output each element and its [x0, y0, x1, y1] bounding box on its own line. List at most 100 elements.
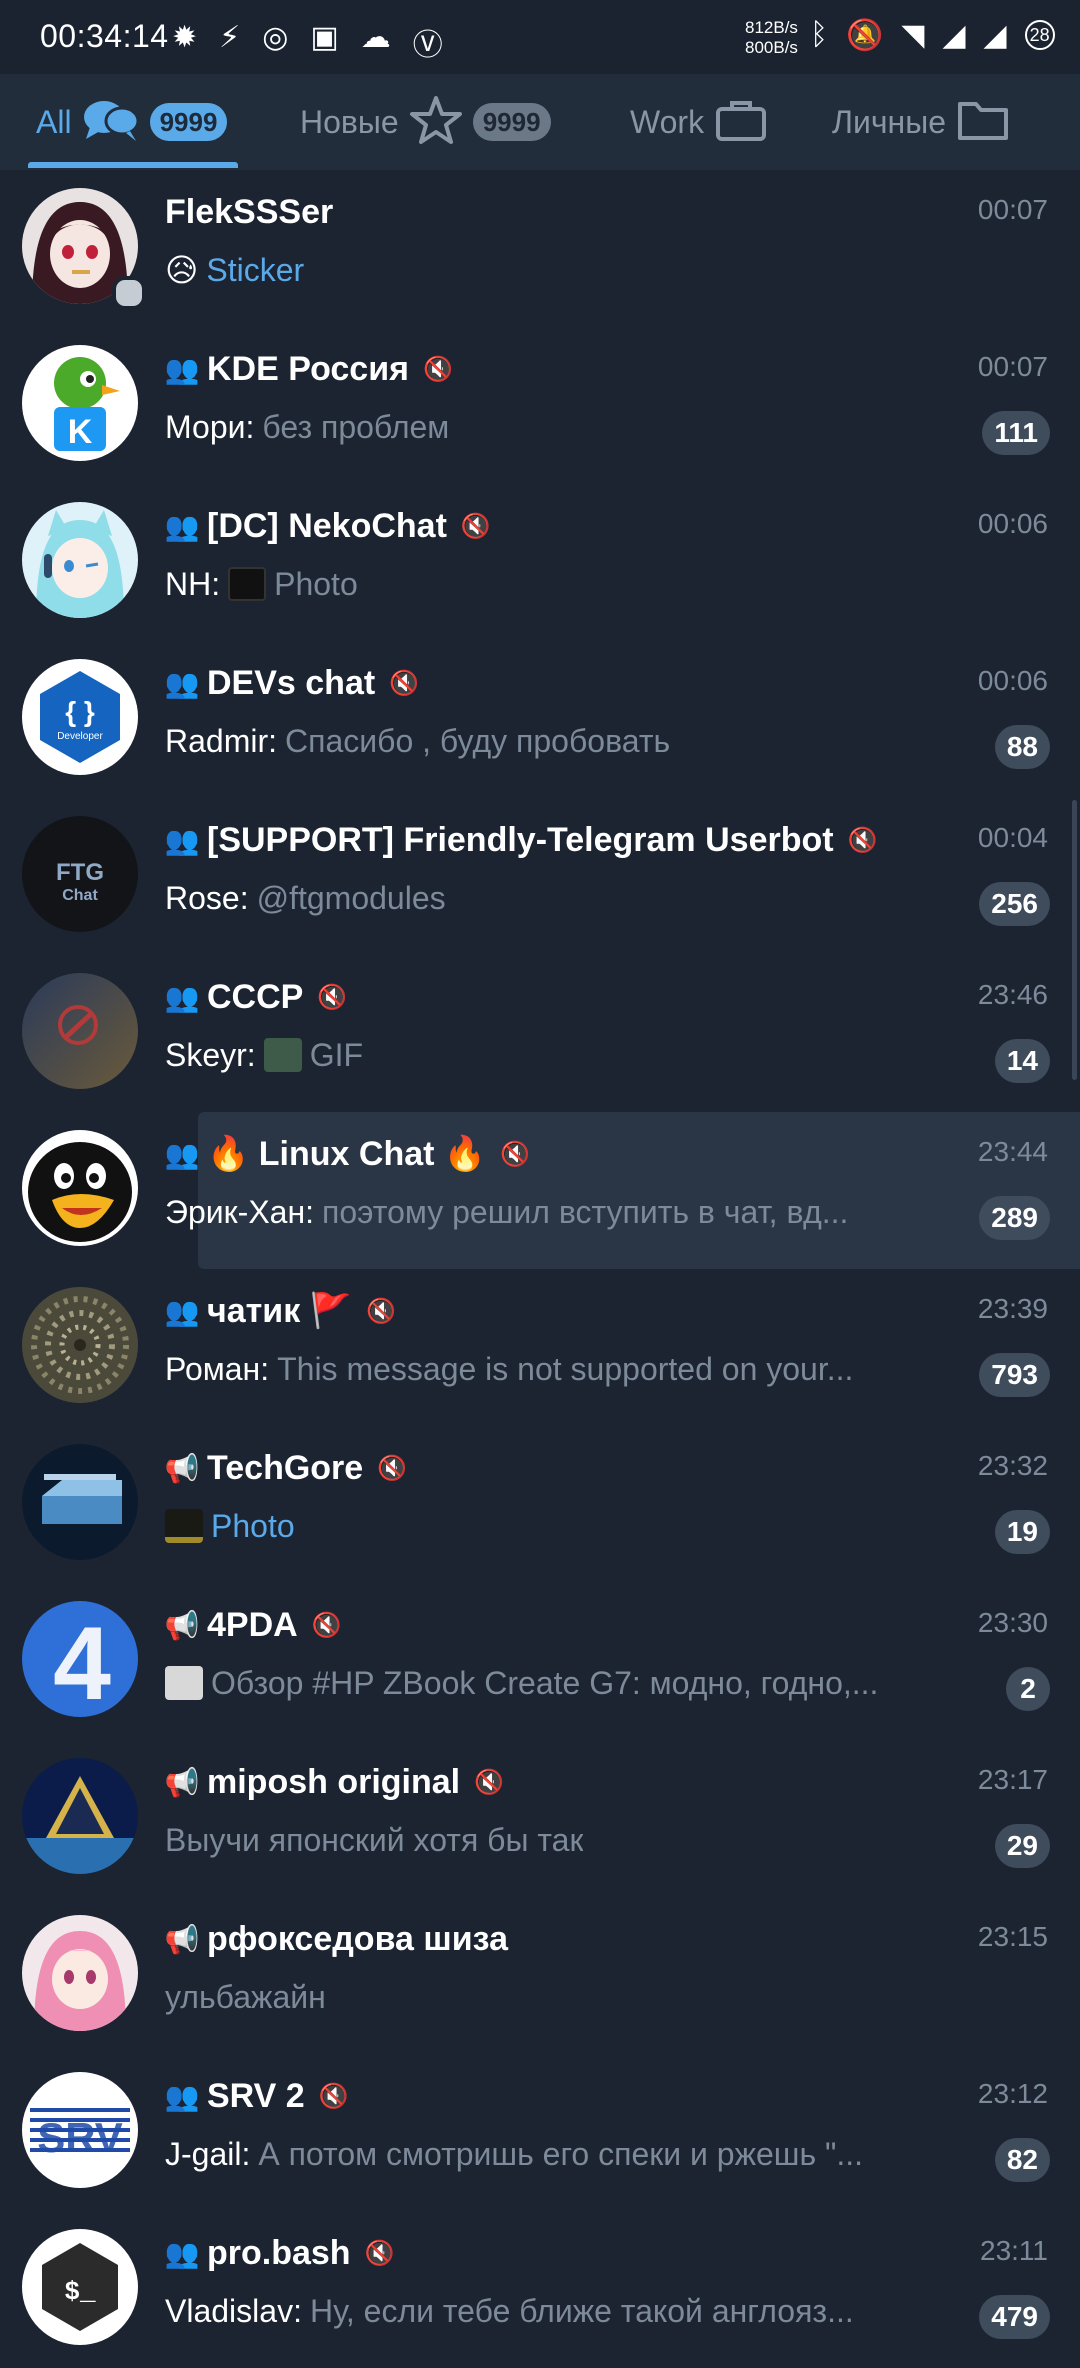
- avatar[interactable]: FTG Chat: [22, 816, 138, 932]
- avatar[interactable]: 4: [22, 1601, 138, 1717]
- preview-sender: Роман:: [165, 1350, 270, 1387]
- chat-time: 00:07: [977, 194, 1048, 225]
- preview-sender: J-gail:: [165, 2135, 251, 2172]
- chat-item[interactable]: SRV 👥 SRV 2 🔇 23:12 J-gail: А потом смот…: [0, 2054, 1080, 2211]
- online-status-dot: [112, 276, 146, 310]
- chat-item[interactable]: 📢 TechGore 🔇 23:32 Photo 19: [0, 1426, 1080, 1583]
- muted-icon: 🔇: [317, 983, 348, 1011]
- chat-item[interactable]: FTG Chat 👥 [SUPPORT] Friendly-Telegram U…: [0, 798, 1080, 955]
- bash-logo-text: $_: [64, 2277, 96, 2307]
- muted-icon: 🔇: [389, 669, 420, 697]
- chat-title-row: 👥 🔥 Linux Chat 🔥 🔇: [165, 1132, 531, 1176]
- net-speed-down: 800B/s: [745, 38, 798, 57]
- avatar[interactable]: K: [22, 345, 138, 461]
- chat-preview: Обзор #HP ZBook Create G7: модно, годно,…: [165, 1661, 925, 1705]
- bluetooth-icon: ᛒ: [810, 18, 828, 51]
- preview-text: ульбажайн: [165, 1978, 326, 2015]
- avatar[interactable]: [22, 973, 138, 1089]
- chat-item[interactable]: 👥 чатик 🚩 🔇 23:39 Роман: This message is…: [0, 1269, 1080, 1426]
- chat-title-row: 👥 DEVs chat 🔇: [164, 661, 420, 705]
- avatar[interactable]: [22, 1758, 138, 1874]
- tab-all[interactable]: All 9999: [36, 74, 228, 170]
- tab-label: Новые: [300, 103, 399, 140]
- tab-work[interactable]: Work: [630, 74, 768, 170]
- sad-face-emoji: 😥: [165, 252, 199, 288]
- chat-title-row: 📢 miposh original 🔇: [165, 1760, 504, 1804]
- unread-badge: 29: [994, 1824, 1050, 1868]
- fourpda-logo-text: 4: [53, 1606, 111, 1717]
- preview-text: This message is not supported on your...: [277, 1350, 854, 1387]
- preview-text: Спасибо , буду пробовать: [285, 722, 671, 759]
- chat-time: 23:30: [977, 1607, 1048, 1638]
- chat-item[interactable]: 👥 СССР 🔇 23:46 Skeyr: GIF 14: [0, 955, 1080, 1112]
- chat-item[interactable]: 📢 рфокседова шиза 23:15 ульбажайн: [0, 1897, 1080, 2054]
- chat-time: 00:04: [977, 822, 1048, 853]
- muted-icon: 🔇: [318, 2082, 349, 2110]
- srv-logo-text: SRV: [37, 2114, 123, 2161]
- chat-title: [SUPPORT] Friendly-Telegram Userbot: [207, 820, 834, 859]
- unread-badge: 88: [994, 725, 1050, 769]
- chat-title: СССР: [207, 977, 304, 1016]
- chat-time: 23:44: [977, 1136, 1048, 1167]
- preview-text: Обзор #HP ZBook Create G7: модно, годно,…: [211, 1664, 879, 1701]
- devs-logo-text: { }: [65, 696, 95, 727]
- tab-personal[interactable]: Личные: [832, 74, 1010, 170]
- chat-time: 00:06: [977, 508, 1048, 539]
- muted-icon: 🔇: [500, 1140, 531, 1168]
- chat-title: чатик 🚩: [207, 1292, 352, 1330]
- settings-gear-icon: ✹: [172, 21, 198, 54]
- avatar[interactable]: [22, 1915, 138, 2031]
- tab-new[interactable]: Новые 9999: [300, 74, 551, 170]
- avatar[interactable]: [22, 1444, 138, 1560]
- chat-title-row: 👥 СССР 🔇: [165, 975, 348, 1019]
- preview-text: Photo: [274, 565, 358, 602]
- avatar[interactable]: [22, 1287, 138, 1403]
- status-right-icons: ᛒ 🔕 ◥ ◢ ◢ 28: [810, 18, 1055, 53]
- preview-text: GIF: [309, 1036, 364, 1073]
- preview-text: поэтому решил вступить в чат, вд...: [322, 1193, 849, 1230]
- muted-icon: 🔇: [474, 1768, 505, 1796]
- chat-preview: ульбажайн: [165, 1975, 925, 2019]
- signal-icon: ◢: [983, 19, 1007, 52]
- mute-bell-icon: 🔕: [846, 19, 884, 52]
- chat-list[interactable]: FlekSSSer 00:07 😥 Sticker K 👥 KDE Россия…: [0, 170, 1080, 2368]
- avatar[interactable]: [22, 1130, 138, 1246]
- avatar[interactable]: $_: [22, 2229, 138, 2345]
- muted-icon: 🔇: [366, 1297, 396, 1325]
- chat-bubbles-icon: [82, 97, 140, 148]
- chat-item[interactable]: K 👥 KDE Россия 🔇 00:07 Мори: без проблем…: [0, 327, 1080, 484]
- tab-badge: 9999: [149, 103, 228, 141]
- avatar[interactable]: [22, 502, 138, 618]
- chat-title: TechGore: [207, 1448, 364, 1487]
- photo-thumbnail: [228, 567, 267, 601]
- chat-title: SRV 2: [207, 2076, 305, 2115]
- chat-item[interactable]: { } Developer 👥 DEVs chat 🔇 00:06 Radmir…: [0, 641, 1080, 798]
- group-icon: 👥: [164, 2080, 200, 2112]
- chat-time: 23:15: [977, 1921, 1048, 1952]
- chat-item[interactable]: $_ 👥 pro.bash 🔇 23:11 Vladislav: Ну, есл…: [0, 2211, 1080, 2368]
- avatar[interactable]: { } Developer: [22, 659, 138, 775]
- group-icon: 👥: [164, 667, 200, 699]
- signal-icon: ◢: [942, 19, 966, 52]
- chat-item[interactable]: 👥 [DC] NekoChat 🔇 00:06 NH: Photo: [0, 484, 1080, 641]
- chat-item[interactable]: 👥 🔥 Linux Chat 🔥 🔇 23:44 Эрик-Хан: поэто…: [0, 1112, 1080, 1269]
- unread-badge: 111: [982, 411, 1050, 455]
- chat-title-row: 📢 рфокседова шиза: [165, 1917, 508, 1961]
- chat-time: 23:12: [977, 2078, 1048, 2109]
- chat-item[interactable]: FlekSSSer 00:07 😥 Sticker: [0, 170, 1080, 327]
- chat-preview: Photo: [165, 1504, 925, 1548]
- flash-icon: ⚡: [219, 21, 241, 54]
- ftg-logo-subtext: Chat: [62, 887, 98, 904]
- chat-item[interactable]: 4 📢 4PDA 🔇 23:30 Обзор #HP ZBook Create …: [0, 1583, 1080, 1740]
- chat-preview: J-gail: А потом смотришь его спеки и рже…: [165, 2132, 925, 2176]
- megaphone-icon: 📢: [164, 1452, 200, 1484]
- muted-icon: 🔇: [847, 826, 878, 854]
- chat-title: DEVs chat: [207, 663, 376, 702]
- muted-icon: 🔇: [422, 355, 453, 383]
- chat-title: 4PDA: [207, 1605, 298, 1644]
- chat-item[interactable]: 📢 miposh original 🔇 23:17 Выучи японский…: [0, 1740, 1080, 1897]
- scrollbar[interactable]: [1072, 800, 1077, 1080]
- unread-badge: 14: [994, 1039, 1050, 1083]
- avatar[interactable]: SRV: [22, 2072, 138, 2188]
- unread-badge: 479: [979, 2295, 1050, 2339]
